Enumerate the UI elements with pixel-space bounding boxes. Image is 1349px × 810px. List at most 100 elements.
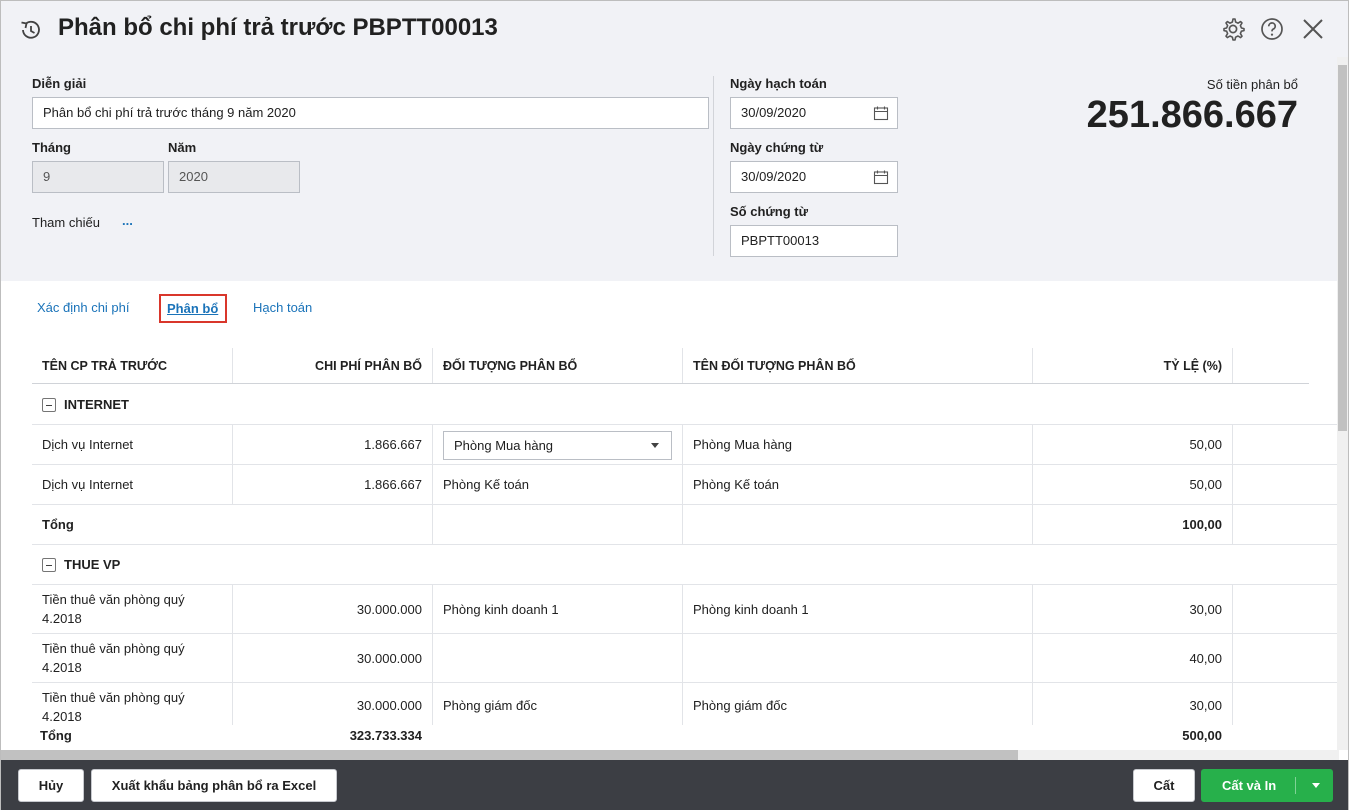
form-divider (713, 76, 714, 256)
group-total-row: Tổng 100,00 (32, 505, 1339, 545)
dropdown-arrow-icon[interactable] (651, 443, 659, 448)
gear-icon[interactable] (1220, 16, 1246, 42)
form-area: Diễn giải Phân bổ chi phí trả trước thán… (1, 57, 1339, 281)
calendar-icon[interactable] (873, 105, 889, 121)
col-header-ten-cp: TÊN CP TRẢ TRƯỚC (32, 348, 233, 383)
cell-chi-phi: 30.000.000 (233, 683, 433, 725)
tab-xac-dinh-chi-phi[interactable]: Xác định chi phí (37, 300, 130, 315)
nam-label: Năm (168, 140, 197, 155)
so-chung-tu-input[interactable]: PBPTT00013 (730, 225, 898, 257)
col-header-chi-phi: CHI PHÍ PHÂN BỔ (233, 348, 433, 383)
table-row[interactable]: Tiền thuê văn phòng quý 4.2018 30.000.00… (32, 683, 1339, 725)
cell-ten-cp: Dịch vụ Internet (32, 425, 233, 464)
so-tien-value: 251.866.667 (1086, 94, 1298, 136)
group-total-ty-le: 100,00 (1033, 505, 1233, 544)
cell-ty-le: 50,00 (1033, 425, 1233, 464)
so-chung-tu-label: Số chứng từ (730, 204, 809, 219)
col-header-ty-le: TỶ LỆ (%) (1033, 348, 1233, 383)
footer-bar: Hủy Xuất khẩu bảng phân bổ ra Excel Cất … (1, 760, 1348, 810)
table-row[interactable]: Dịch vụ Internet 1.866.667 Phòng Kế toán… (32, 465, 1339, 505)
vertical-scrollbar[interactable] (1337, 57, 1348, 750)
group-header: INTERNET (32, 385, 432, 424)
cell-chi-phi: 30.000.000 (233, 585, 433, 633)
grand-total-ty-le: 500,00 (1182, 728, 1222, 743)
cell-chi-phi: 1.866.667 (233, 465, 433, 504)
table-row[interactable]: Tiền thuê văn phòng quý 4.2018 30.000.00… (32, 634, 1339, 683)
collapse-icon[interactable] (42, 397, 56, 412)
cat-button[interactable]: Cất (1133, 769, 1195, 802)
huy-button[interactable]: Hủy (18, 769, 84, 802)
thang-input: 9 (32, 161, 164, 193)
group-row-internet[interactable]: INTERNET (32, 385, 1339, 425)
cell-ten-doi-tuong: Phòng Kế toán (683, 465, 1033, 504)
cell-ten-cp: Tiền thuê văn phòng quý 4.2018 (32, 634, 233, 682)
cell-chi-phi: 30.000.000 (233, 634, 433, 682)
group-title: THUE VP (64, 557, 121, 572)
tham-chieu-button[interactable]: ... (122, 213, 133, 228)
cell-doi-tuong: Phòng giám đốc (433, 683, 683, 725)
grand-total-chi-phi: 323.733.334 (349, 728, 422, 743)
horizontal-scrollbar-thumb[interactable] (1, 750, 1018, 760)
grid-header: TÊN CP TRẢ TRƯỚC CHI PHÍ PHÂN BỔ ĐỐI TƯỢ… (32, 348, 1309, 384)
calendar-icon[interactable] (873, 169, 889, 185)
tab-phan-bo[interactable]: Phân bổ (159, 294, 227, 323)
dialog-window: Phân bổ chi phí trả trước PBPTT00013 Diễ… (0, 0, 1349, 810)
cell-ten-doi-tuong (683, 634, 1033, 682)
cell-ty-le: 30,00 (1033, 585, 1233, 633)
tab-phan-bo-label: Phân bổ (167, 301, 219, 316)
doi-tuong-select[interactable]: Phòng Mua hàng (443, 431, 672, 460)
table-row[interactable]: Tiền thuê văn phòng quý 4.2018 30.000.00… (32, 585, 1339, 634)
dien-giai-label: Diễn giải (32, 76, 87, 91)
so-tien-label: Số tiền phân bổ (1206, 77, 1298, 92)
ngay-chung-tu-label: Ngày chứng từ (730, 140, 824, 155)
ngay-hach-toan-value: 30/09/2020 (741, 105, 807, 120)
dien-giai-input[interactable]: Phân bổ chi phí trả trước tháng 9 năm 20… (32, 97, 709, 129)
cell-ten-doi-tuong: Phòng Mua hàng (683, 425, 1033, 464)
group-total-empty (433, 505, 683, 544)
cell-ty-le: 30,00 (1033, 683, 1233, 725)
help-icon[interactable] (1259, 16, 1285, 42)
thang-label: Tháng (32, 140, 71, 155)
grand-total-label: Tổng (40, 728, 72, 743)
col-header-ten-doi-tuong: TÊN ĐỐI TƯỢNG PHÂN BỔ (683, 348, 1033, 383)
group-total-empty (683, 505, 1033, 544)
history-icon[interactable] (17, 17, 43, 43)
cell-ten-doi-tuong: Phòng giám đốc (683, 683, 1033, 725)
button-divider (1295, 777, 1296, 794)
horizontal-scrollbar[interactable] (1, 750, 1339, 760)
cell-ty-le: 40,00 (1033, 634, 1233, 682)
ngay-chung-tu-value: 30/09/2020 (741, 169, 807, 184)
cell-ten-cp: Tiền thuê văn phòng quý 4.2018 (32, 683, 233, 725)
cell-doi-tuong (433, 634, 683, 682)
cell-ten-doi-tuong: Phòng kinh doanh 1 (683, 585, 1033, 633)
tab-hach-toan[interactable]: Hạch toán (253, 300, 312, 315)
cell-doi-tuong: Phòng Mua hàng (433, 425, 683, 464)
group-row-thue-vp[interactable]: THUE VP (32, 545, 1339, 585)
title-bar: Phân bổ chi phí trả trước PBPTT00013 (1, 1, 1348, 57)
group-title: INTERNET (64, 397, 129, 412)
cell-doi-tuong: Phòng kinh doanh 1 (433, 585, 683, 633)
nam-input: 2020 (168, 161, 300, 193)
cat-va-in-label: Cất và In (1222, 778, 1277, 793)
grand-total-row: Tổng 323.733.334 500,00 (32, 725, 1339, 749)
group-total-label: Tổng (32, 505, 433, 544)
tham-chieu-label: Tham chiếu (32, 215, 100, 230)
close-icon[interactable] (1300, 16, 1326, 42)
col-header-doi-tuong: ĐỐI TƯỢNG PHÂN BỔ (433, 348, 683, 383)
page-title: Phân bổ chi phí trả trước PBPTT00013 (58, 14, 498, 41)
ngay-hach-toan-label: Ngày hạch toán (730, 76, 827, 91)
vertical-scrollbar-thumb[interactable] (1338, 65, 1347, 431)
chevron-down-icon[interactable] (1312, 783, 1320, 788)
cell-ten-cp: Dịch vụ Internet (32, 465, 233, 504)
doi-tuong-select-value: Phòng Mua hàng (454, 438, 554, 453)
ngay-hach-toan-input[interactable]: 30/09/2020 (730, 97, 898, 129)
ngay-chung-tu-input[interactable]: 30/09/2020 (730, 161, 898, 193)
cell-ty-le: 50,00 (1033, 465, 1233, 504)
collapse-icon[interactable] (42, 557, 56, 572)
cat-va-in-button[interactable]: Cất và In (1201, 769, 1333, 802)
table-row[interactable]: Dịch vụ Internet 1.866.667 Phòng Mua hàn… (32, 425, 1339, 465)
cell-chi-phi: 1.866.667 (233, 425, 433, 464)
cell-doi-tuong: Phòng Kế toán (433, 465, 683, 504)
group-header: THUE VP (32, 545, 432, 584)
export-excel-button[interactable]: Xuất khẩu bảng phân bổ ra Excel (91, 769, 337, 802)
